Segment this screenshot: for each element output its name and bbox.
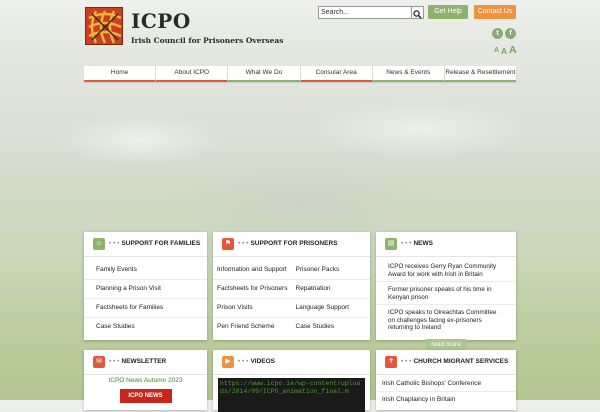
families-link-case-studies[interactable]: Case Studies [84,318,207,336]
prisoners-link-case-studies[interactable]: Case Studies [292,318,371,336]
get-help-button[interactable]: Get Help [428,5,468,19]
background-landscape [0,80,600,250]
main-nav: Home About ICPO What We Do Consular Area… [84,66,517,82]
newsletter-icon: ✉ [93,356,105,368]
prisoners-title: • • • SUPPORT FOR PRISONERS [238,240,338,247]
prisoners-link-visits[interactable]: Prison Visits [213,299,292,318]
families-link-visit[interactable]: Planning a Prison Visit [84,280,207,299]
nav-what-we-do[interactable]: What We Do [228,66,301,82]
news-card: ▤ • • • NEWS ICPO receives Gerry Ryan Com… [376,232,516,351]
contact-us-button[interactable]: Contact Us [474,5,516,19]
video-embed[interactable]: https://www.icpo.ie/wp-content/uploads/2… [218,378,365,412]
nav-release-resettlement[interactable]: Release & Resettlement [444,66,517,82]
prisoners-link-repatriation[interactable]: Repatriation [291,280,370,299]
church-icon: ✝ [385,356,397,368]
families-link-events[interactable]: Family Events [84,261,207,280]
prisoners-card: ⚑ • • • SUPPORT FOR PRISONERS Information… [213,232,370,340]
families-icon: ☺ [93,238,105,250]
facebook-icon[interactable]: f [505,28,516,39]
news-item[interactable]: ICPO speaks to Oireachtas Committee on c… [376,305,516,335]
videos-title: • • • VIDEOS [238,358,276,365]
search-icon [413,10,422,19]
news-item[interactable]: ICPO receives Gerry Ryan Community Award… [376,259,516,282]
prisoners-link-language[interactable]: Language Support [291,299,370,318]
search-input[interactable]: Search... [318,6,414,19]
font-size-small[interactable]: A [494,47,499,54]
site-title: ICPO [131,9,191,33]
prisoners-link-pen-friend[interactable]: Pen Friend Scheme [213,318,292,336]
font-size-large[interactable]: A [509,44,517,56]
church-card: ✝ • • • CHURCH MIGRANT SERVICES Irish Cat… [376,350,516,410]
families-title: • • • SUPPORT FOR FAMILIES [109,240,201,247]
nav-news-events[interactable]: News & Events [372,66,445,82]
prisoners-link-information[interactable]: Information and Support [213,261,292,280]
news-icon: ▤ [385,238,397,250]
videos-card: ▶ • • • VIDEOS https://www.icpo.ie/wp-con… [213,350,370,412]
church-title: • • • CHURCH MIGRANT SERVICES [401,358,509,365]
newsletter-link[interactable]: ICPO News Autumn 2023 [84,377,207,384]
families-card: ☺ • • • SUPPORT FOR FAMILIES Family Event… [84,232,207,340]
icpo-logo[interactable] [85,7,123,45]
nav-home[interactable]: Home [84,66,157,82]
prisoners-link-factsheets[interactable]: Factsheets for Prisoners [213,280,292,299]
twitter-icon[interactable]: t [492,28,503,39]
videos-icon: ▶ [222,356,234,368]
site-subtitle: Irish Council for Prisoners Overseas [131,36,284,45]
prisoners-icon: ⚑ [222,238,234,250]
families-link-factsheets[interactable]: Factsheets for Families [84,299,207,318]
nav-consular-area[interactable]: Consular Area [300,66,373,82]
newsletter-card: ✉ • • • NEWSLETTER ICPO News Autumn 2023 … [84,350,207,410]
read-more-button[interactable]: read more [426,338,466,351]
nav-about[interactable]: About ICPO [156,66,229,82]
church-link-bishops[interactable]: Irish Catholic Bishops' Conference [376,376,516,392]
newsletter-title: • • • NEWSLETTER [109,358,167,365]
newsletter-cover-image[interactable]: ICPO NEWS [119,389,172,403]
search-button[interactable] [411,6,424,19]
prisoners-link-packs[interactable]: Prisoner Packs [291,261,370,280]
news-item[interactable]: Former prisoner speaks of his time in Ke… [376,282,516,305]
news-title: • • • NEWS [401,240,433,247]
font-size-medium[interactable]: A [501,46,507,56]
